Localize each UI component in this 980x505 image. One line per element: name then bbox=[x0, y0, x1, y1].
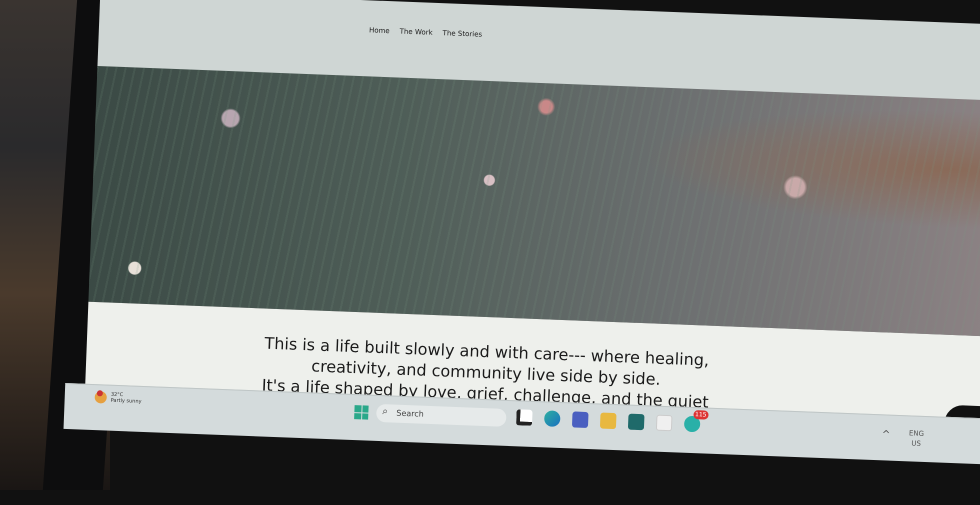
weather-icon bbox=[94, 390, 107, 404]
nav-home[interactable]: Home bbox=[369, 26, 390, 35]
teams-icon[interactable] bbox=[571, 411, 589, 429]
file-explorer-icon[interactable] bbox=[599, 412, 617, 430]
edge-browser-icon[interactable] bbox=[543, 410, 561, 427]
site-nav: Home The Work The Stories bbox=[369, 26, 482, 38]
language-indicator[interactable]: ENG US bbox=[908, 428, 924, 449]
chevron-up-icon[interactable]: ^ bbox=[882, 429, 891, 440]
task-view-icon[interactable] bbox=[515, 409, 533, 426]
screen: Home The Work The Stories This is a life… bbox=[63, 0, 980, 504]
document-app-icon[interactable] bbox=[655, 414, 673, 432]
lang-label: ENG bbox=[908, 429, 925, 438]
region-label: US bbox=[911, 439, 922, 448]
taskbar-search[interactable]: Search bbox=[376, 403, 507, 427]
weather-desc: Partly sunny bbox=[110, 397, 142, 405]
notification-badge: 115 bbox=[692, 410, 709, 420]
store-icon[interactable] bbox=[627, 413, 645, 431]
weather-widget[interactable]: 32°C Partly sunny bbox=[94, 390, 142, 405]
nav-the-stories[interactable]: The Stories bbox=[442, 29, 482, 39]
windows-start-icon[interactable] bbox=[354, 405, 369, 420]
nav-the-work[interactable]: The Work bbox=[400, 28, 433, 37]
whatsapp-icon[interactable]: 115 bbox=[683, 410, 709, 433]
hero-image-flowers bbox=[88, 65, 980, 337]
